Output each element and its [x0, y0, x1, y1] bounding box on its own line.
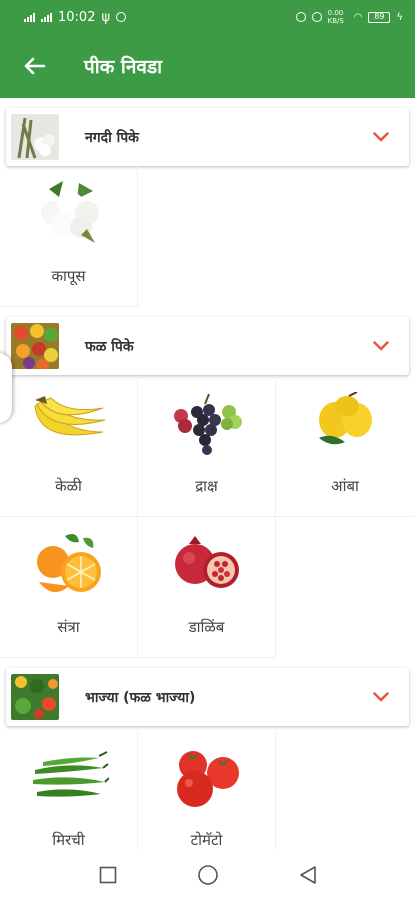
pomegranate-icon	[165, 525, 249, 605]
vegetables-grid: मिरची टोमॅटो	[0, 730, 415, 850]
chevron-down-icon[interactable]	[371, 336, 391, 356]
recents-square-icon[interactable]	[99, 866, 117, 884]
alarm-icon	[295, 12, 306, 22]
fruit-basket-thumbnail	[11, 323, 59, 369]
signal-icon-2	[41, 12, 52, 22]
section-header-fruit-crops[interactable]: फळ पिके	[6, 317, 409, 375]
wifi-icon: ◠	[353, 11, 363, 23]
crop-label: मिरची	[52, 831, 85, 849]
side-drawer-handle[interactable]	[0, 353, 12, 423]
crop-item-pomegranate[interactable]: डाळिंब	[138, 517, 276, 658]
banana-icon	[27, 384, 111, 464]
whatsapp-icon	[116, 12, 127, 22]
crop-label: संत्रा	[57, 618, 80, 636]
back-button[interactable]	[0, 34, 64, 98]
section-header-cash-crops[interactable]: नगदी पिके	[6, 108, 409, 166]
crop-item-cotton[interactable]: कापूस	[0, 166, 138, 307]
usb-icon: ψ	[101, 9, 111, 25]
orange-icon	[27, 525, 111, 605]
network-speed: 0.00 KB/S	[327, 9, 344, 25]
vegetables-thumbnail	[11, 674, 59, 720]
cotton-crop-thumbnail	[11, 114, 59, 160]
crop-item-mango[interactable]: आंबा	[276, 376, 414, 517]
status-time: 10:02	[58, 9, 96, 25]
section-title: फळ पिके	[85, 338, 134, 355]
cash-crops-grid: कापूस	[0, 166, 415, 307]
grapes-icon	[165, 384, 249, 464]
section-title: भाज्या (फळ भाज्या)	[85, 689, 196, 706]
crop-item-orange[interactable]: संत्रा	[0, 517, 138, 658]
chevron-down-icon[interactable]	[371, 687, 391, 707]
page-title: पीक निवडा	[84, 56, 163, 78]
crop-label: आंबा	[331, 477, 359, 495]
crop-list[interactable]: नगदी पिके कापूस फळ पिके केळी द्राक्ष आंब…	[0, 98, 415, 850]
crop-item-chilli[interactable]: मिरची	[0, 730, 138, 850]
mango-icon	[303, 384, 387, 464]
crop-item-banana[interactable]: केळी	[0, 376, 138, 517]
crop-selection-screen: 10:02 ψ 0.00 KB/S ◠ 89 ϟ पीक निवडा नगदी …	[0, 0, 415, 900]
crop-item-tomato[interactable]: टोमॅटो	[138, 730, 276, 850]
system-nav-bar	[0, 850, 415, 900]
app-bar: पीक निवडा	[0, 34, 415, 98]
crop-label: डाळिंब	[188, 618, 225, 636]
chevron-down-icon[interactable]	[371, 127, 391, 147]
fruit-crops-grid: केळी द्राक्ष आंबा संत्रा डाळिंब	[0, 376, 415, 658]
home-circle-icon[interactable]	[197, 864, 219, 886]
crop-label: केळी	[55, 477, 82, 495]
crop-item-grapes[interactable]: द्राक्ष	[138, 376, 276, 517]
charging-icon: ϟ	[396, 11, 403, 23]
battery-icon: 89	[368, 11, 391, 23]
crop-label: द्राक्ष	[195, 477, 218, 495]
section-title: नगदी पिके	[85, 129, 139, 146]
crop-label: कापूस	[51, 267, 86, 285]
signal-icon	[24, 12, 35, 22]
hotspot-icon	[311, 12, 322, 22]
crop-label: टोमॅटो	[190, 831, 223, 849]
back-triangle-icon[interactable]	[299, 865, 317, 885]
tomato-icon	[165, 738, 249, 818]
status-bar: 10:02 ψ 0.00 KB/S ◠ 89 ϟ	[0, 0, 415, 34]
section-header-vegetables[interactable]: भाज्या (फळ भाज्या)	[6, 668, 409, 726]
arrow-left-icon	[24, 57, 45, 75]
chilli-icon	[27, 738, 111, 818]
cotton-icon	[27, 174, 111, 254]
